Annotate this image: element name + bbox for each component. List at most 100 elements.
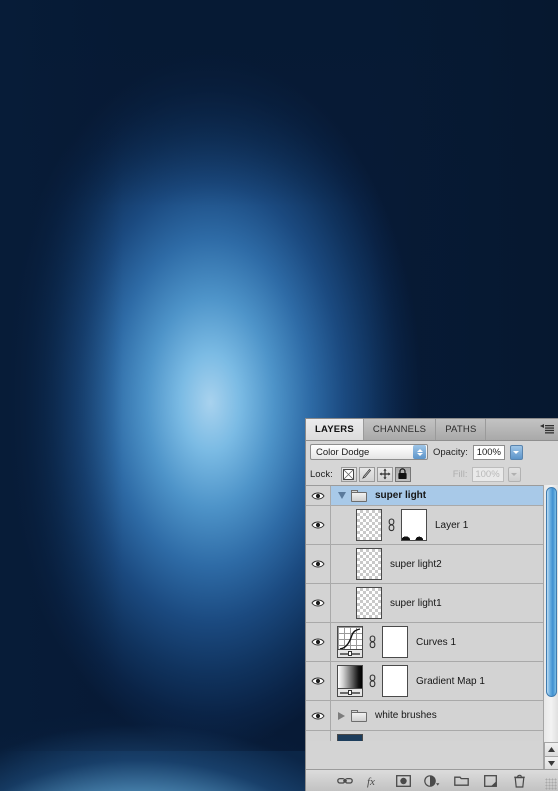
layer-thumbnail[interactable] (337, 734, 363, 741)
layer-row-super-light1[interactable]: super light1 (306, 584, 558, 623)
scroll-up-arrow-icon (548, 747, 555, 752)
layer-name[interactable]: super light (372, 490, 426, 501)
new-adjustment-layer-button[interactable] (423, 772, 441, 790)
lock-button-group (340, 466, 411, 482)
layer-thumbnail[interactable] (356, 587, 382, 619)
scroll-down-button[interactable] (544, 756, 558, 770)
new-layer-button[interactable] (481, 772, 499, 790)
scroll-up-button[interactable] (544, 742, 558, 756)
thumbnail-slider-icon (338, 649, 362, 657)
tab-paths[interactable]: PATHS (436, 419, 487, 440)
gradient-swatch-icon (338, 666, 362, 688)
group-disclosure-toggle[interactable] (337, 711, 346, 720)
layer-row-body: super light (331, 486, 558, 505)
visibility-toggle[interactable] (306, 662, 331, 700)
layer-row-white-brushes[interactable]: white brushes (306, 701, 558, 731)
fill-input[interactable]: 100% (471, 466, 504, 482)
visibility-toggle[interactable] (306, 623, 331, 661)
layer-mask-thumbnail[interactable] (401, 509, 427, 541)
thumbnail-slider-icon (338, 688, 362, 696)
stepper-down-arrow-icon (416, 452, 423, 456)
layer-list-scrollbar[interactable] (543, 485, 558, 770)
layer-row-body: Gradient Map 1 (331, 662, 558, 700)
layer-name[interactable]: Curves 1 (413, 637, 456, 648)
opacity-dropdown-button[interactable] (509, 444, 523, 460)
layer-row-layer-1[interactable]: Layer 1 (306, 506, 558, 545)
new-layer-icon (483, 774, 497, 787)
tab-layers-label: LAYERS (315, 424, 354, 435)
visibility-toggle[interactable] (306, 701, 331, 730)
folder-icon (351, 709, 367, 722)
eye-icon (311, 712, 325, 719)
panel-bottom-toolbar: fx (306, 769, 558, 791)
layer-list[interactable]: super light Layer 1 super light2 super l… (306, 486, 558, 741)
blend-opacity-row: Color Dodge Opacity: 100% (306, 441, 558, 463)
fill-dropdown-button[interactable] (507, 466, 521, 482)
layer-row-body: super light2 (331, 545, 558, 583)
lock-image-button[interactable] (358, 466, 375, 482)
layer-name[interactable]: super light2 (387, 559, 442, 570)
blend-mode-select[interactable]: Color Dodge (310, 444, 428, 460)
new-group-button[interactable] (452, 772, 470, 790)
curves-graph-icon (338, 627, 362, 649)
visibility-toggle[interactable] (306, 545, 331, 583)
scrollbar-thumb[interactable] (546, 487, 557, 697)
visibility-toggle[interactable] (306, 731, 331, 741)
svg-text:fx: fx (367, 776, 375, 788)
lock-all-button[interactable] (394, 466, 411, 482)
lock-label: Lock: (310, 468, 333, 480)
layer-name[interactable]: Gradient Map 1 (413, 676, 485, 687)
eye-icon (311, 521, 325, 529)
tab-channels[interactable]: CHANNELS (363, 419, 437, 440)
link-layers-button[interactable] (336, 772, 354, 790)
layer-thumbnail[interactable] (356, 548, 382, 580)
visibility-toggle[interactable] (306, 486, 331, 505)
app-root: LAYERS CHANNELS PATHS Color Dodge Opacit… (0, 0, 558, 791)
layer-row-gradient-map-1[interactable]: Gradient Map 1 (306, 662, 558, 701)
layer-thumbnail[interactable] (356, 509, 382, 541)
tab-layers[interactable]: LAYERS (306, 419, 364, 440)
layer-name[interactable]: Layer 1 (432, 520, 468, 531)
lock-position-move-icon (379, 468, 391, 480)
layer-mask-thumbnail[interactable] (382, 626, 408, 658)
panel-resize-grip[interactable] (545, 778, 557, 790)
add-layer-mask-button[interactable] (394, 772, 412, 790)
link-chain-icon (369, 674, 376, 688)
delete-layer-button[interactable] (510, 772, 528, 790)
layer-style-button[interactable]: fx (365, 772, 383, 790)
curves-adjustment-thumbnail[interactable] (337, 626, 363, 658)
layer-row-super-light[interactable]: super light (306, 486, 558, 506)
link-chain-icon (388, 518, 395, 532)
layer-row-curves-1[interactable]: Curves 1 (306, 623, 558, 662)
eye-icon (311, 638, 325, 646)
scroll-down-arrow-icon (548, 761, 555, 766)
opacity-input[interactable]: 100% (472, 444, 505, 460)
group-disclosure-toggle[interactable] (337, 491, 346, 500)
lock-transparency-button[interactable] (340, 466, 357, 482)
layer-row-body: blue bg (331, 731, 558, 741)
layer-row-body: Curves 1 (331, 623, 558, 661)
blend-mode-stepper-icon[interactable] (413, 445, 426, 459)
mask-link-icon[interactable] (368, 673, 377, 689)
panel-menu-button[interactable] (536, 419, 558, 440)
new-adjustment-layer-icon (424, 774, 440, 787)
layer-row-super-light2[interactable]: super light2 (306, 545, 558, 584)
stepper-up-arrow-icon (416, 448, 423, 452)
layer-row-body: white brushes (331, 701, 558, 730)
gradient-map-adjustment-thumbnail[interactable] (337, 665, 363, 697)
mask-link-icon[interactable] (387, 517, 396, 533)
panel-tab-bar: LAYERS CHANNELS PATHS (306, 419, 558, 441)
layer-mask-thumbnail[interactable] (382, 665, 408, 697)
layer-name[interactable]: white brushes (372, 710, 437, 721)
layer-name[interactable]: super light1 (387, 598, 442, 609)
mask-link-icon[interactable] (368, 634, 377, 650)
eye-icon (311, 560, 325, 568)
chevron-right-icon (338, 711, 345, 720)
new-group-folder-icon (453, 776, 469, 786)
visibility-toggle[interactable] (306, 584, 331, 622)
link-layers-icon (337, 777, 353, 784)
curve-line-icon (339, 628, 361, 649)
visibility-toggle[interactable] (306, 506, 331, 544)
layer-row-blue-bg[interactable]: blue bg (306, 731, 558, 741)
lock-position-button[interactable] (376, 466, 393, 482)
